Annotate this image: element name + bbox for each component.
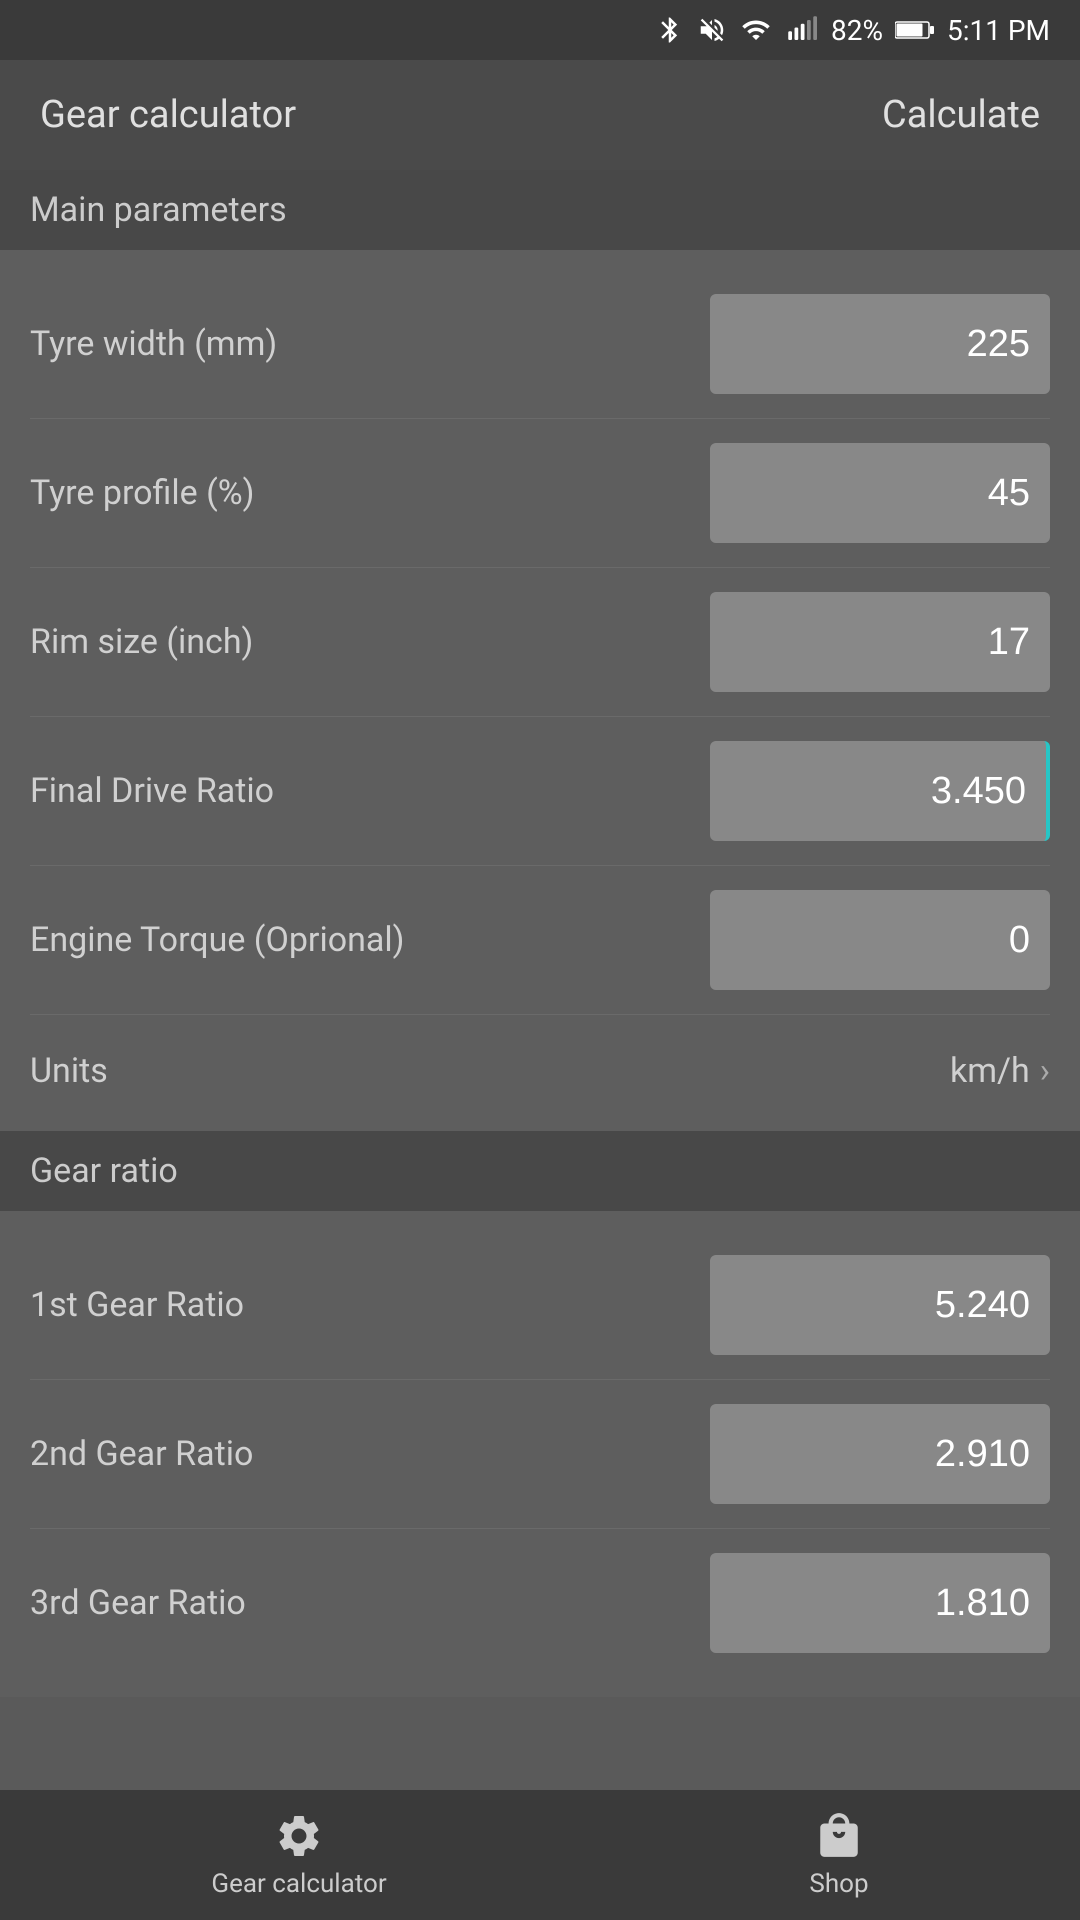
final-drive-ratio-label: Final Drive Ratio bbox=[30, 771, 710, 811]
gear-ratio-3-row: 3rd Gear Ratio bbox=[30, 1529, 1050, 1677]
gear-ratio-2-input[interactable] bbox=[710, 1404, 1050, 1504]
gear-ratio-title: Gear ratio bbox=[30, 1151, 178, 1191]
tyre-profile-label: Tyre profile (%) bbox=[30, 473, 710, 513]
units-value-container[interactable]: km/h › bbox=[950, 1051, 1050, 1091]
status-bar: 82% 5:11 PM bbox=[0, 0, 1080, 60]
main-params-section-header: Main parameters bbox=[0, 170, 1080, 250]
gear-ratio-2-row: 2nd Gear Ratio bbox=[30, 1380, 1050, 1529]
mute-icon bbox=[697, 15, 727, 45]
tyre-width-input[interactable] bbox=[710, 294, 1050, 394]
gear-ratio-1-input[interactable] bbox=[710, 1255, 1050, 1355]
nav-shop[interactable]: Shop bbox=[809, 1811, 868, 1899]
tyre-width-label: Tyre width (mm) bbox=[30, 324, 710, 364]
shop-icon bbox=[814, 1811, 864, 1861]
bottom-nav: Gear calculator Shop bbox=[0, 1790, 1080, 1920]
engine-torque-label: Engine Torque (Oprional) bbox=[30, 920, 710, 960]
gear-icon bbox=[274, 1811, 324, 1861]
engine-torque-input[interactable] bbox=[710, 890, 1050, 990]
gear-ratio-section-header: Gear ratio bbox=[0, 1131, 1080, 1211]
tyre-profile-row: Tyre profile (%) bbox=[30, 419, 1050, 568]
final-drive-ratio-row: Final Drive Ratio bbox=[30, 717, 1050, 866]
main-params-content: Tyre width (mm) Tyre profile (%) Rim siz… bbox=[0, 250, 1080, 1131]
nav-gear-calculator-label: Gear calculator bbox=[211, 1869, 386, 1899]
units-row[interactable]: Units km/h › bbox=[30, 1015, 1050, 1111]
signal-icon bbox=[785, 15, 819, 45]
main-params-title: Main parameters bbox=[30, 190, 287, 230]
engine-torque-row: Engine Torque (Oprional) bbox=[30, 866, 1050, 1015]
rim-size-row: Rim size (inch) bbox=[30, 568, 1050, 717]
units-value-text: km/h bbox=[950, 1051, 1030, 1091]
rim-size-label: Rim size (inch) bbox=[30, 622, 710, 662]
units-label: Units bbox=[30, 1051, 108, 1091]
chevron-right-icon: › bbox=[1040, 1051, 1050, 1091]
gear-ratio-content: 1st Gear Ratio 2nd Gear Ratio 3rd Gear R… bbox=[0, 1211, 1080, 1697]
battery-percent: 82% bbox=[831, 14, 883, 47]
bluetooth-icon bbox=[655, 15, 685, 45]
gear-ratio-2-label: 2nd Gear Ratio bbox=[30, 1434, 710, 1474]
gear-ratio-1-label: 1st Gear Ratio bbox=[30, 1285, 710, 1325]
nav-shop-label: Shop bbox=[809, 1869, 868, 1899]
tyre-width-row: Tyre width (mm) bbox=[30, 270, 1050, 419]
calculate-button[interactable]: Calculate bbox=[882, 93, 1040, 137]
battery-icon bbox=[895, 16, 935, 44]
gear-ratio-1-row: 1st Gear Ratio bbox=[30, 1231, 1050, 1380]
gear-ratio-3-input[interactable] bbox=[710, 1553, 1050, 1653]
status-icons: 82% 5:11 PM bbox=[655, 14, 1050, 47]
rim-size-input[interactable] bbox=[710, 592, 1050, 692]
tyre-profile-input[interactable] bbox=[710, 443, 1050, 543]
gear-ratio-3-label: 3rd Gear Ratio bbox=[30, 1583, 710, 1623]
time: 5:11 PM bbox=[947, 14, 1050, 47]
app-header: Gear calculator Calculate bbox=[0, 60, 1080, 170]
wifi-icon bbox=[739, 15, 773, 45]
final-drive-ratio-input[interactable] bbox=[710, 741, 1050, 841]
app-title: Gear calculator bbox=[40, 93, 296, 137]
nav-gear-calculator[interactable]: Gear calculator bbox=[211, 1811, 386, 1899]
